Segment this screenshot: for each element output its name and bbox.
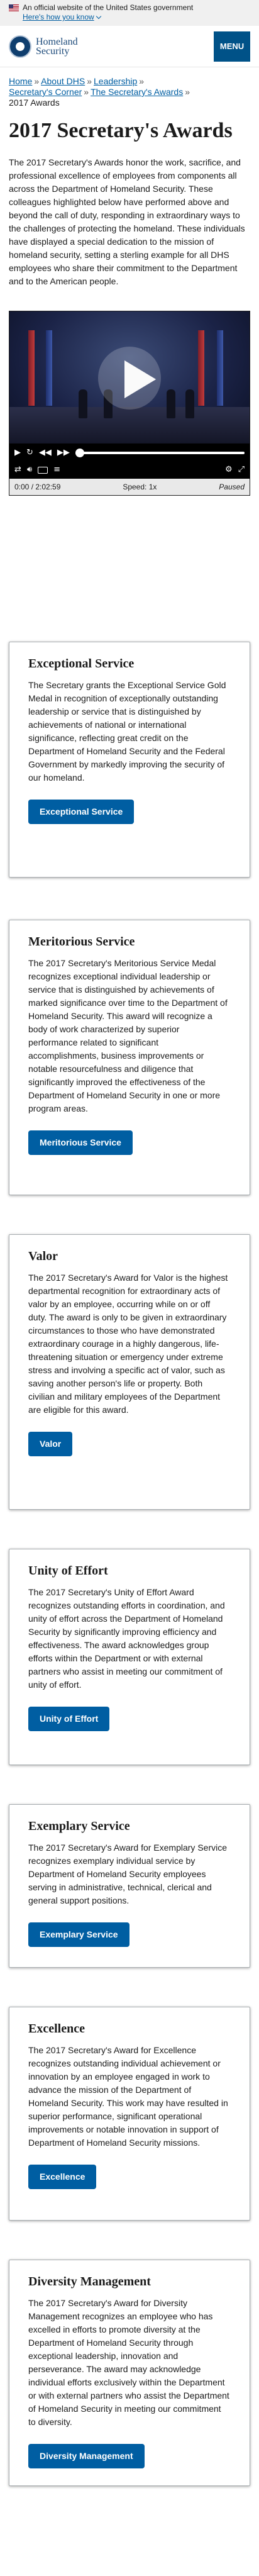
logo-line-2: Security xyxy=(36,45,70,57)
unity-of-effort-button[interactable]: Unity of Effort xyxy=(28,1707,110,1731)
valor-button[interactable]: Valor xyxy=(28,1432,73,1456)
award-card: Valor The 2017 Secretary's Award for Val… xyxy=(9,1234,250,1510)
chevron-down-icon xyxy=(96,13,101,19)
gear-icon[interactable]: ⚙ xyxy=(225,466,233,474)
site-header: Homeland Security MENU xyxy=(0,26,259,67)
fast-forward-icon[interactable]: ▶▶ xyxy=(57,449,70,457)
seek-handle[interactable] xyxy=(75,449,84,457)
award-description: The 2017 Secretary's Unity of Effort Awa… xyxy=(28,1587,225,1690)
dhs-logo-link[interactable]: Homeland Security xyxy=(9,35,78,58)
transcript-icon[interactable]: ≡ xyxy=(53,466,60,474)
excellence-button[interactable]: Excellence xyxy=(28,2165,97,2189)
heres-how-you-know-link[interactable]: Here's how you know xyxy=(23,13,101,22)
page-title: 2017 Secretary's Awards xyxy=(9,119,233,142)
award-description: The 2017 Secretary's Award for Excellenc… xyxy=(28,2045,228,2148)
award-title: Diversity Management xyxy=(28,2275,151,2289)
video-player: ▶ ↻ ◀◀ ▶▶ ⇄ 🔊︎ ≡ ⚙ ⤢ 0:00 / 2:02:59 Spee… xyxy=(9,311,250,496)
play-icon xyxy=(124,360,156,398)
controls-row-1: ▶ ↻ ◀◀ ▶▶ xyxy=(9,445,250,461)
breadcrumb-separator: » xyxy=(34,76,40,86)
breadcrumb-separator: » xyxy=(185,87,190,97)
fullscreen-icon[interactable]: ⤢ xyxy=(238,466,245,474)
award-card: Meritorious Service The 2017 Secretary's… xyxy=(9,920,250,1195)
controls-row-2: ⇄ 🔊︎ ≡ ⚙ ⤢ xyxy=(9,462,250,477)
stage-graphic xyxy=(9,407,250,443)
meritorious-service-button[interactable]: Meritorious Service xyxy=(28,1130,133,1155)
award-card: Unity of Effort The 2017 Secretary's Uni… xyxy=(9,1549,250,1765)
breadcrumb-current: 2017 Awards xyxy=(9,98,60,108)
award-description: The 2017 Secretary's Meritorious Service… xyxy=(28,958,228,1113)
heres-how-you-know-label: Here's how you know xyxy=(23,13,94,21)
player-status-bar: 0:00 / 2:02:59 Speed: 1x Paused xyxy=(9,479,250,495)
award-description: The 2017 Secretary's Award for Valor is … xyxy=(28,1273,228,1415)
award-card: Exemplary Service The 2017 Secretary's A… xyxy=(9,1804,250,1968)
gov-banner: An official website of the United States… xyxy=(0,0,259,26)
exceptional-service-button[interactable]: Exceptional Service xyxy=(28,800,135,824)
award-card: Excellence The 2017 Secretary's Award fo… xyxy=(9,2007,250,2221)
person-graphic xyxy=(185,389,194,418)
seek-bar[interactable] xyxy=(75,449,245,457)
award-card: Diversity Management The 2017 Secretary'… xyxy=(9,2260,250,2486)
flag-graphic xyxy=(28,330,35,406)
gov-banner-text: An official website of the United States… xyxy=(23,3,194,12)
award-description: The 2017 Secretary's Award for Diversity… xyxy=(28,2298,229,2427)
restart-icon[interactable]: ↻ xyxy=(26,449,33,457)
breadcrumb-about-dhs[interactable]: About DHS xyxy=(41,76,85,86)
flag-graphic xyxy=(46,330,52,406)
exemplary-service-button[interactable]: Exemplary Service xyxy=(28,1922,130,1947)
flag-graphic xyxy=(198,330,204,406)
dhs-seal-icon xyxy=(9,35,31,58)
us-flag-icon xyxy=(9,4,19,11)
breadcrumb-secretarys-awards[interactable]: The Secretary's Awards xyxy=(91,87,183,97)
diversity-management-button[interactable]: Diversity Management xyxy=(28,2444,145,2468)
breadcrumb: Home» About DHS» Leadership» Secretary's C… xyxy=(0,67,259,108)
flag-graphic xyxy=(217,330,223,406)
speed-display: Speed: 1x xyxy=(123,482,157,491)
breadcrumb-separator: » xyxy=(84,87,89,97)
time-display: 0:00 / 2:02:59 xyxy=(14,482,61,491)
intro-text: The 2017 Secretary's Awards honor the wo… xyxy=(9,157,245,286)
person-graphic xyxy=(167,389,175,418)
award-description: The Secretary grants the Exceptional Ser… xyxy=(28,680,226,783)
volume-icon[interactable]: 🔊︎ xyxy=(27,466,32,474)
logo-text: Homeland Security xyxy=(36,36,78,57)
rewind-icon[interactable]: ◀◀ xyxy=(39,449,52,457)
breadcrumb-separator: » xyxy=(87,76,92,86)
award-title: Exemplary Service xyxy=(28,1819,130,1833)
award-title: Unity of Effort xyxy=(28,1564,108,1578)
breadcrumb-leadership[interactable]: Leadership xyxy=(94,76,137,86)
logo-line-1: Homeland xyxy=(36,36,78,47)
captions-icon[interactable] xyxy=(38,466,48,474)
breadcrumb-secretarys-corner[interactable]: Secretary's Corner xyxy=(9,87,82,97)
breadcrumb-home[interactable]: Home xyxy=(9,76,32,86)
play-icon[interactable]: ▶ xyxy=(14,449,21,457)
breadcrumb-separator: » xyxy=(139,76,145,86)
video-frame[interactable] xyxy=(9,311,250,443)
person-graphic xyxy=(79,389,87,418)
play-state: Paused xyxy=(219,482,245,491)
award-title: Excellence xyxy=(28,2022,85,2036)
award-title: Exceptional Service xyxy=(28,657,135,671)
menu-button[interactable]: MENU xyxy=(214,31,250,62)
award-title: Meritorious Service xyxy=(28,935,135,949)
shuffle-icon[interactable]: ⇄ xyxy=(14,466,21,474)
award-description: The 2017 Secretary's Award for Exemplary… xyxy=(28,1843,227,1905)
award-title: Valor xyxy=(28,1249,58,1263)
award-card: Exceptional Service The Secretary grants… xyxy=(9,642,250,878)
big-play-button[interactable] xyxy=(98,347,161,410)
